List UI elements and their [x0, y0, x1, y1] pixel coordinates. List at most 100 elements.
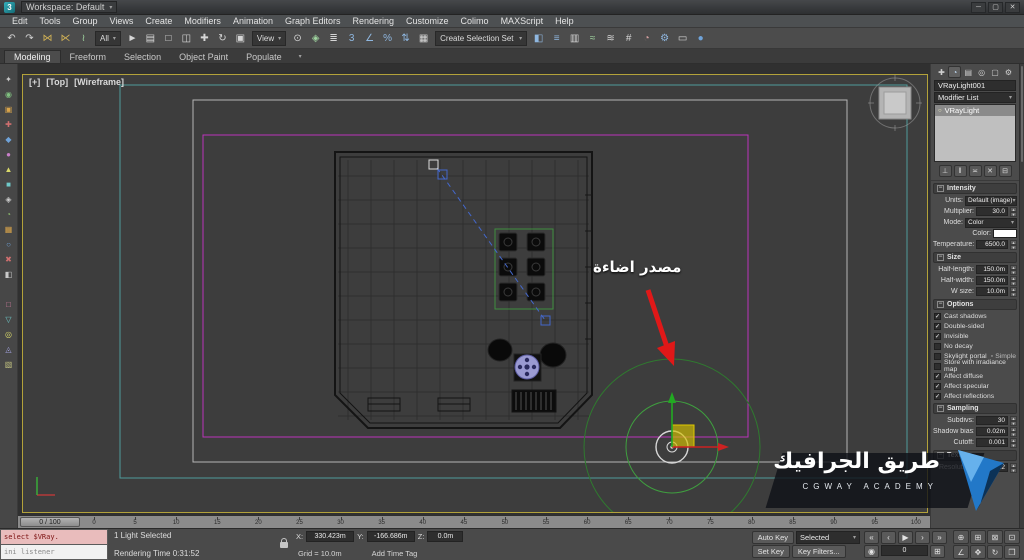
menu-item[interactable]: Edit: [6, 16, 34, 26]
play-button[interactable]: ▶: [898, 531, 913, 544]
named-selection-set-dropdown[interactable]: Create Selection Set ▾: [435, 31, 527, 46]
color-swatch[interactable]: [993, 229, 1017, 238]
current-frame-field[interactable]: 0: [881, 545, 928, 556]
sampling-field[interactable]: 0.001: [976, 438, 1008, 447]
option-row[interactable]: Store with irradiance map: [931, 361, 1019, 371]
minimize-button[interactable]: ─: [971, 2, 986, 13]
field-of-view-icon[interactable]: ∠: [953, 545, 969, 559]
checkbox[interactable]: [934, 363, 941, 370]
select-by-name-icon[interactable]: ▤: [142, 30, 159, 47]
viewport-shading-menu[interactable]: [Wireframe]: [74, 77, 124, 87]
timeline[interactable]: 0 / 100 05101520253035404550556065707580…: [18, 515, 930, 528]
left-toolbar-icon[interactable]: ●: [1, 147, 16, 161]
zoom-region-icon[interactable]: ⊡: [1004, 530, 1020, 544]
checkbox[interactable]: [934, 333, 941, 340]
zoom-extents-icon[interactable]: ⊠: [987, 530, 1003, 544]
coord-y-field[interactable]: -166.686m: [367, 531, 415, 542]
rollout-header-sampling[interactable]: − Sampling: [933, 403, 1017, 414]
utilities-tab-icon[interactable]: ⚙: [1002, 66, 1015, 78]
mini-listener-macro-line[interactable]: select $VRay.: [0, 529, 108, 545]
spinner[interactable]: ▴▾: [1010, 438, 1017, 447]
render-production-icon[interactable]: ●: [692, 30, 709, 47]
select-and-move-icon[interactable]: ✚: [196, 30, 213, 47]
ribbon-tab[interactable]: Populate: [237, 51, 291, 63]
viewcube[interactable]: [868, 75, 922, 131]
set-key-button[interactable]: Set Key: [752, 545, 790, 558]
mini-listener-input-line[interactable]: ini listener: [0, 545, 108, 560]
motion-tab-icon[interactable]: ◎: [975, 66, 988, 78]
percent-snap-icon[interactable]: %: [379, 30, 396, 47]
coord-x-field[interactable]: 330.423m: [306, 531, 354, 542]
modifier-list-dropdown[interactable]: Modifier List ▾: [934, 92, 1016, 103]
ribbon-collapse-icon[interactable]: ▾: [299, 53, 302, 60]
sampling-field[interactable]: 30: [976, 416, 1008, 425]
coord-z-field[interactable]: 0.0m: [427, 531, 463, 542]
mirror-icon[interactable]: ◧: [530, 30, 547, 47]
spinner-snap-icon[interactable]: ⇅: [397, 30, 414, 47]
ribbon-tab[interactable]: Modeling: [4, 50, 61, 63]
menu-item[interactable]: Modifiers: [178, 16, 227, 26]
make-unique-icon[interactable]: ≍: [969, 165, 982, 177]
material-editor-icon[interactable]: ◔: [638, 30, 655, 47]
ribbon-tab[interactable]: Selection: [115, 51, 170, 63]
size-field[interactable]: 150.0m: [976, 276, 1008, 285]
checkbox[interactable]: [934, 343, 941, 350]
left-toolbar-icon[interactable]: ◔: [1, 207, 16, 221]
left-toolbar-icon[interactable]: ✖: [1, 252, 16, 266]
add-time-tag[interactable]: Add Time Tag: [372, 549, 418, 558]
hierarchy-tab-icon[interactable]: ▤: [962, 66, 975, 78]
key-filters-button[interactable]: Key Filters...: [792, 545, 846, 558]
left-toolbar-icon[interactable]: ▽: [1, 312, 16, 326]
display-tab-icon[interactable]: ▢: [989, 66, 1002, 78]
checkbox[interactable]: [934, 393, 941, 400]
option-row[interactable]: No decay: [931, 341, 1019, 351]
spinner[interactable]: ▴▾: [1010, 265, 1017, 274]
option-row[interactable]: Affect specular: [931, 381, 1019, 391]
modify-tab-icon[interactable]: ◔: [948, 66, 961, 78]
render-setup-icon[interactable]: ⚙: [656, 30, 673, 47]
unlink-selection-icon[interactable]: ⋉: [57, 30, 74, 47]
menu-item[interactable]: Create: [139, 16, 178, 26]
select-and-rotate-icon[interactable]: ↻: [214, 30, 231, 47]
next-frame-button[interactable]: ›: [915, 531, 930, 544]
multiplier-field[interactable]: 30.0: [976, 207, 1008, 216]
reference-coordinate-dropdown[interactable]: View ▾: [252, 31, 286, 46]
left-toolbar-icon[interactable]: ◧: [1, 267, 16, 281]
rendered-frame-window-icon[interactable]: ▭: [674, 30, 691, 47]
layer-manager-icon[interactable]: ▥: [566, 30, 583, 47]
configure-modifier-sets-icon[interactable]: ⊟: [999, 165, 1012, 177]
auto-key-button[interactable]: Auto Key: [752, 531, 794, 544]
angle-snap-icon[interactable]: ∠: [361, 30, 378, 47]
left-toolbar-icon[interactable]: □: [1, 297, 16, 311]
spinner[interactable]: ▴▾: [1010, 287, 1017, 296]
key-mode-toggle[interactable]: ◉: [864, 545, 879, 558]
edit-named-selection-sets-icon[interactable]: ▦: [415, 30, 432, 47]
sampling-field[interactable]: 0.02m: [976, 427, 1008, 436]
scrollbar-thumb[interactable]: [1021, 66, 1023, 162]
menu-item[interactable]: Animation: [227, 16, 279, 26]
option-row[interactable]: Affect reflections: [931, 391, 1019, 401]
spinner[interactable]: ▴▾: [1010, 416, 1017, 425]
option-row[interactable]: Cast shadows: [931, 311, 1019, 321]
menu-item[interactable]: Colimo: [455, 16, 495, 26]
spinner[interactable]: ▴▾: [1010, 207, 1017, 216]
checkbox[interactable]: [934, 373, 941, 380]
pin-stack-icon[interactable]: ⊥: [939, 165, 952, 177]
ribbon-tab[interactable]: Object Paint: [170, 51, 237, 63]
remove-modifier-icon[interactable]: ✕: [984, 165, 997, 177]
furniture-round-table[interactable]: [514, 354, 541, 381]
maximize-viewport-icon[interactable]: ❒: [1004, 545, 1020, 559]
panel-scrollbar[interactable]: [1019, 64, 1024, 528]
pan-icon[interactable]: ✥: [970, 545, 986, 559]
time-slider[interactable]: 0 / 100: [20, 517, 80, 527]
spinner[interactable]: ▴▾: [1010, 427, 1017, 436]
rollout-header-size[interactable]: − Size: [933, 252, 1017, 263]
checkbox[interactable]: [934, 313, 941, 320]
go-to-start-button[interactable]: «: [864, 531, 879, 544]
menu-item[interactable]: MAXScript: [495, 16, 550, 26]
left-toolbar-icon[interactable]: ✦: [1, 72, 16, 86]
left-toolbar-icon[interactable]: ✚: [1, 117, 16, 131]
align-icon[interactable]: ≡: [548, 30, 565, 47]
checkbox[interactable]: [934, 383, 941, 390]
wall-fixtures[interactable]: [368, 390, 556, 412]
